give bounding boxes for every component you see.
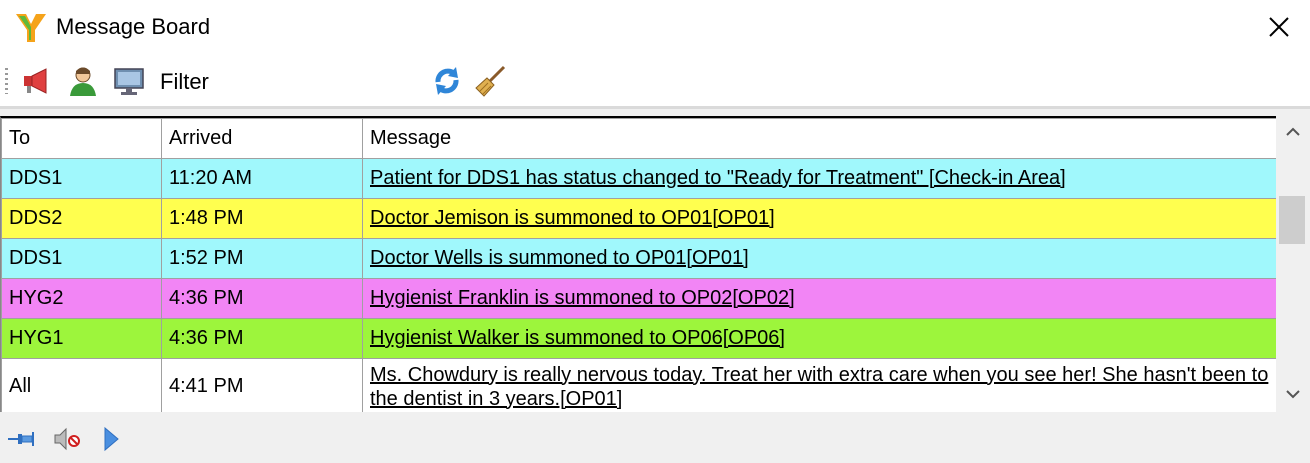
table-row[interactable]: DDS1 1:52 PM Doctor Wells is summoned to… (1, 238, 1276, 279)
megaphone-icon[interactable] (20, 64, 54, 98)
person-icon[interactable] (66, 64, 100, 98)
monitor-icon[interactable] (112, 64, 146, 98)
cell-message[interactable]: Doctor Wells is summoned to OP01[OP01] (362, 238, 1276, 279)
table-row[interactable]: HYG2 4:36 PM Hygienist Franklin is summo… (1, 278, 1276, 319)
chevron-up-icon (1286, 127, 1300, 136)
cell-to: DDS1 (1, 158, 162, 199)
cell-arrived: 4:41 PM (161, 358, 363, 412)
cell-to: HYG1 (1, 318, 162, 359)
table-row[interactable]: HYG1 4:36 PM Hygienist Walker is summone… (1, 318, 1276, 359)
toolbar-grip[interactable] (5, 68, 8, 94)
column-header-message[interactable]: Message (362, 118, 1276, 159)
y-logo-icon (16, 14, 46, 42)
toolbar: Filter (0, 56, 1310, 106)
message-grid: To Arrived Message DDS1 11:20 AM Patient… (0, 116, 1276, 412)
cell-message[interactable]: Patient for DDS1 has status changed to "… (362, 158, 1276, 199)
play-icon[interactable] (96, 424, 126, 454)
cell-to: DDS2 (1, 198, 162, 239)
cell-message[interactable]: Hygienist Walker is summoned to OP06[OP0… (362, 318, 1276, 359)
column-header-to[interactable]: To (1, 118, 162, 159)
table-row[interactable]: DDS1 11:20 AM Patient for DDS1 has statu… (1, 158, 1276, 199)
filter-input[interactable] (222, 60, 420, 102)
table-row[interactable]: All 4:41 PM Ms. Chowdury is really nervo… (1, 358, 1276, 412)
window-title: Message Board (56, 14, 211, 39)
filter-label: Filter (160, 69, 209, 94)
message-table: To Arrived Message DDS1 11:20 AM Patient… (1, 118, 1276, 412)
scroll-up-arrow[interactable] (1276, 116, 1310, 150)
cell-message[interactable]: Ms. Chowdury is really nervous today. Tr… (362, 358, 1276, 412)
cell-arrived: 1:52 PM (161, 238, 363, 279)
title-bar: Message Board (0, 0, 1310, 56)
broom-icon[interactable] (474, 64, 508, 98)
cell-arrived: 4:36 PM (161, 278, 363, 319)
cell-arrived: 11:20 AM (161, 158, 363, 199)
scroll-thumb[interactable] (1279, 196, 1305, 244)
column-header-arrived[interactable]: Arrived (161, 118, 363, 159)
cell-arrived: 1:48 PM (161, 198, 363, 239)
header-row: To Arrived Message (1, 118, 1276, 159)
vertical-scrollbar[interactable] (1276, 116, 1310, 412)
cell-to: HYG2 (1, 278, 162, 319)
refresh-icon[interactable] (430, 64, 464, 98)
chevron-down-icon (1286, 390, 1300, 399)
table-row[interactable]: DDS2 1:48 PM Doctor Jemison is summoned … (1, 198, 1276, 239)
cell-message[interactable]: Hygienist Franklin is summoned to OP02[O… (362, 278, 1276, 319)
mute-icon[interactable] (52, 424, 82, 454)
cell-arrived: 4:36 PM (161, 318, 363, 359)
cell-message[interactable]: Doctor Jemison is summoned to OP01[OP01] (362, 198, 1276, 239)
cell-to: All (1, 358, 162, 412)
toolbar-separator (0, 106, 1310, 109)
scroll-down-arrow[interactable] (1276, 378, 1310, 412)
cell-to: DDS1 (1, 238, 162, 279)
close-icon[interactable] (1262, 10, 1296, 44)
status-bar (0, 414, 1310, 463)
pin-icon[interactable] (6, 424, 36, 454)
